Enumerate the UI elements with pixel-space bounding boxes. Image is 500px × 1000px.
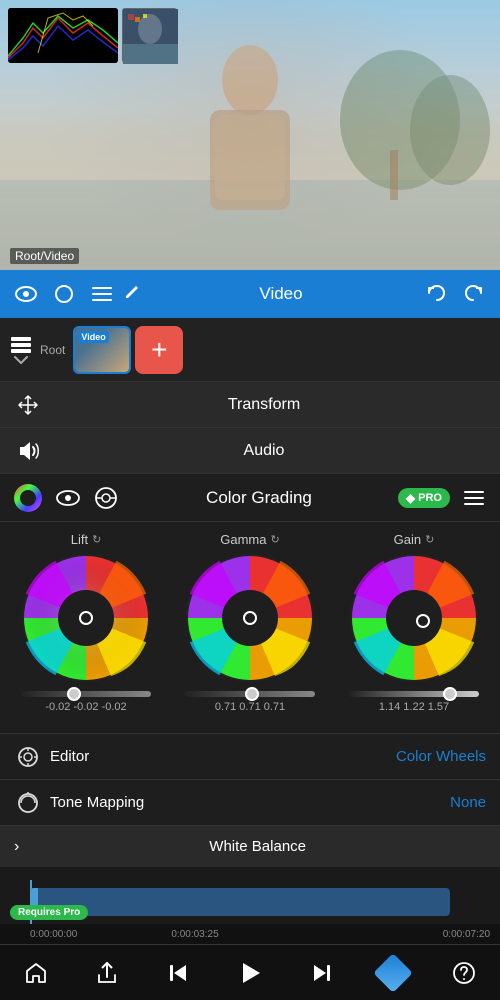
undo-icon[interactable] xyxy=(420,278,452,310)
gamma-header: Gamma ↻ xyxy=(220,532,279,547)
transform-icon xyxy=(14,391,42,419)
gain-label: Gain xyxy=(394,532,421,547)
color-grading-header: Color Grading ◆ PRO xyxy=(0,474,500,522)
toolbar-title: Video xyxy=(148,284,414,304)
gamma-color-wheel[interactable] xyxy=(185,553,315,683)
wb-arrow-icon: › xyxy=(14,838,19,856)
clip-label: Video xyxy=(78,331,108,343)
lift-values: -0.02 -0.02 -0.02 xyxy=(45,701,126,713)
tone-value: None xyxy=(450,794,486,811)
chevron-down-icon xyxy=(14,356,28,364)
scope-icon[interactable] xyxy=(92,484,120,512)
tone-mapping-row[interactable]: Tone Mapping None xyxy=(0,779,500,825)
diamond-shape xyxy=(373,953,413,993)
white-balance-row[interactable]: › White Balance xyxy=(0,825,500,867)
lift-color-wheel[interactable] xyxy=(21,553,151,683)
requires-pro-badge: Requires Pro xyxy=(10,905,88,920)
timeline-video-bar[interactable] xyxy=(30,888,450,916)
video-thumbnail-small xyxy=(122,8,177,63)
track-list-group[interactable] xyxy=(10,336,32,364)
audio-icon xyxy=(14,437,42,465)
list-icon xyxy=(10,336,32,354)
lift-label: Lift xyxy=(71,532,88,547)
lift-brightness-slider[interactable] xyxy=(21,691,151,697)
timeline-ruler: 0:00:00:00 0:00:03:25 0:00:07:20 xyxy=(0,924,500,944)
eye-cg-icon[interactable] xyxy=(54,484,82,512)
track-clips: Video + xyxy=(73,326,490,374)
color-wheels-container: Lift ↻ xyxy=(0,522,500,733)
gain-values: 1.14 1.22 1.57 xyxy=(379,701,449,713)
gain-wheel[interactable]: Gain ↻ xyxy=(337,532,492,713)
editor-label: Editor xyxy=(50,748,396,765)
wb-label: White Balance xyxy=(29,838,486,855)
share-button[interactable] xyxy=(85,951,129,995)
editor-value: Color Wheels xyxy=(396,748,486,765)
cg-title: Color Grading xyxy=(130,488,388,508)
video-clip[interactable]: Video xyxy=(73,326,131,374)
play-button[interactable] xyxy=(228,951,272,995)
timeline-track[interactable]: Requires Pro xyxy=(0,880,500,924)
gamma-values: 0.71 0.71 0.71 xyxy=(215,701,285,713)
gamma-label: Gamma xyxy=(220,532,266,547)
track-row: Root Video + xyxy=(0,318,500,382)
gamma-wheel[interactable]: Gamma ↻ xyxy=(173,532,328,713)
home-button[interactable] xyxy=(14,951,58,995)
step-forward-button[interactable] xyxy=(299,951,343,995)
pencil-icon xyxy=(124,284,140,305)
color-circle-icon[interactable] xyxy=(12,482,44,514)
audio-label: Audio xyxy=(42,442,486,460)
redo-icon[interactable] xyxy=(458,278,490,310)
lift-slider-thumb[interactable] xyxy=(67,687,81,701)
circle-icon[interactable] xyxy=(48,278,80,310)
time-end: 0:00:07:20 xyxy=(443,929,490,940)
timeline-section: Requires Pro 0:00:00:00 0:00:03:25 0:00:… xyxy=(0,880,500,944)
step-back-button[interactable] xyxy=(157,951,201,995)
gain-refresh-icon[interactable]: ↻ xyxy=(425,533,434,546)
gamma-refresh-icon[interactable]: ↻ xyxy=(271,533,280,546)
gamma-brightness-slider[interactable] xyxy=(185,691,315,697)
lift-refresh-icon[interactable]: ↻ xyxy=(92,533,101,546)
editor-row[interactable]: Editor Color Wheels xyxy=(0,733,500,779)
pro-badge: ◆ PRO xyxy=(398,488,450,508)
tone-icon xyxy=(14,789,42,817)
root-label: Root xyxy=(40,343,65,357)
editor-icon xyxy=(14,743,42,771)
transform-label: Transform xyxy=(42,396,486,414)
tone-label: Tone Mapping xyxy=(50,794,450,811)
gain-color-wheel[interactable] xyxy=(349,553,479,683)
audio-row[interactable]: Audio xyxy=(0,428,500,474)
add-clip-button[interactable]: + xyxy=(135,326,183,374)
histogram-waveform xyxy=(8,8,118,63)
gain-brightness-slider[interactable] xyxy=(349,691,479,697)
gamma-slider-thumb[interactable] xyxy=(245,687,259,701)
cg-menu-icon[interactable] xyxy=(460,484,488,512)
top-toolbar: Video xyxy=(0,270,500,318)
eye-icon[interactable] xyxy=(10,278,42,310)
gain-header: Gain ↻ xyxy=(394,532,435,547)
bottom-toolbar xyxy=(0,944,500,1000)
wheels-row: Lift ↻ xyxy=(4,532,496,713)
root-video-label: Root/Video xyxy=(10,248,79,264)
lift-wheel[interactable]: Lift ↻ xyxy=(9,532,164,713)
gain-slider-thumb[interactable] xyxy=(443,687,457,701)
diamond-pro-icon: ◆ xyxy=(406,491,415,505)
transform-row[interactable]: Transform xyxy=(0,382,500,428)
help-button[interactable] xyxy=(442,951,486,995)
diamond-button[interactable] xyxy=(371,951,415,995)
lift-header: Lift ↻ xyxy=(71,532,102,547)
time-start: 0:00:00:00 xyxy=(30,929,77,940)
video-preview: Root/Video xyxy=(0,0,500,270)
video-histogram-area xyxy=(8,8,177,63)
menu-icon[interactable] xyxy=(86,278,118,310)
time-mid: 0:00:03:25 xyxy=(171,929,218,940)
